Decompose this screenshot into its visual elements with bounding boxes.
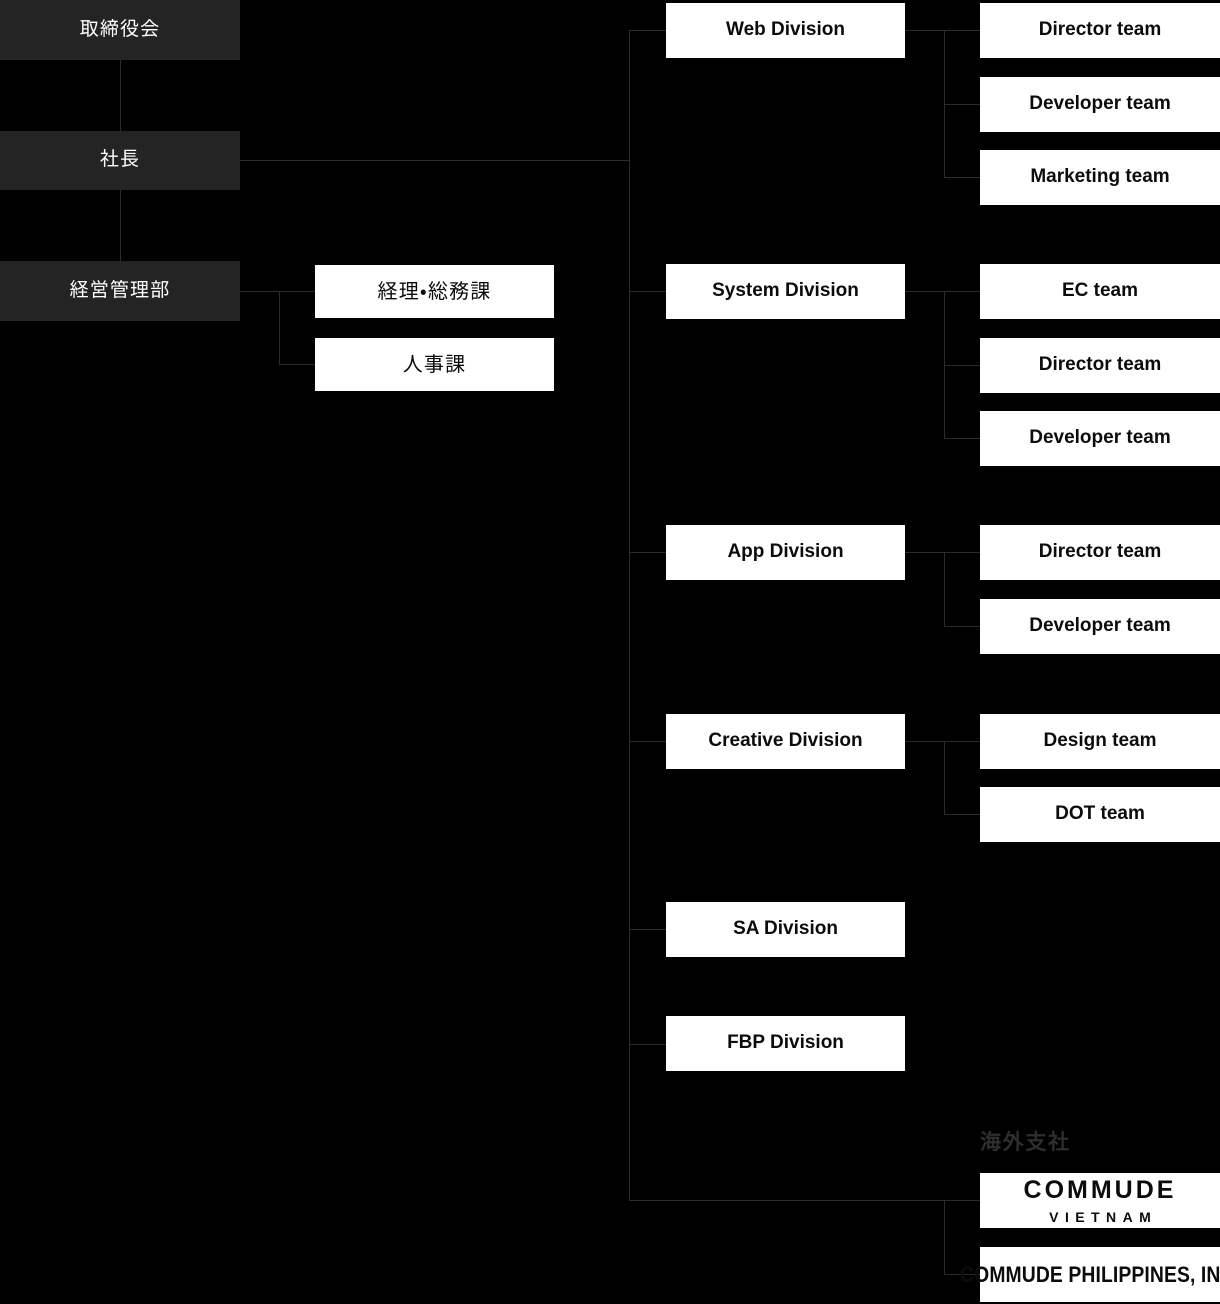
node-accounting-general-affairs-section[interactable]: 経理・総務課	[315, 265, 554, 318]
node-web-division-label: Web Division	[726, 19, 845, 41]
connector-app-teams-trunk	[944, 552, 945, 626]
node-fbp-division[interactable]: FBP Division	[666, 1016, 905, 1071]
connector-web-to-developer-team	[944, 104, 980, 105]
node-web-marketing-team-label: Marketing team	[1030, 166, 1170, 188]
node-system-division-label: System Division	[712, 280, 859, 302]
commude-vietnam-logo-main: COMMUDE	[1023, 1175, 1177, 1204]
connector-management-trunk	[279, 291, 280, 364]
node-web-division[interactable]: Web Division	[666, 3, 905, 58]
node-sa-division[interactable]: SA Division	[666, 902, 905, 957]
connector-web-division-stub	[905, 30, 945, 31]
connector-president-stub	[240, 160, 630, 161]
connector-trunk-to-fbp-division	[629, 1044, 667, 1045]
node-creative-dot-team[interactable]: DOT team	[980, 787, 1220, 842]
connector-trunk-to-app-division	[629, 552, 667, 553]
node-commude-philippines[interactable]: COMMUDE PHILIPPINES, INC.	[960, 1247, 1220, 1302]
overseas-branch-heading: 海外支社	[980, 1126, 1071, 1156]
connector-creative-to-design-team	[944, 741, 980, 742]
node-web-director-team[interactable]: Director team	[980, 3, 1220, 58]
node-management-department-label: 経営管理部	[69, 279, 171, 301]
node-creative-design-team[interactable]: Design team	[980, 714, 1220, 769]
connector-system-to-developer-team	[944, 438, 980, 439]
connector-divisions-trunk	[629, 30, 630, 1200]
node-management-department[interactable]: 経営管理部	[0, 261, 240, 321]
node-system-ec-team-label: EC team	[1061, 280, 1139, 302]
node-creative-design-team-label: Design team	[1043, 730, 1157, 752]
node-hr-label: 人事課	[402, 353, 467, 376]
node-web-director-team-label: Director team	[1038, 19, 1162, 41]
node-accounting-general-affairs-label: 経理・総務課	[377, 280, 492, 303]
connector-web-to-marketing-team	[944, 177, 980, 178]
commude-vietnam-logo-sub: VIETNAM	[1049, 1208, 1158, 1225]
commude-philippines-logo: COMMUDE PHILIPPINES, INC.	[960, 1261, 1220, 1287]
node-creative-division[interactable]: Creative Division	[666, 714, 905, 769]
node-creative-division-label: Creative Division	[708, 730, 863, 752]
node-president-label: 社長	[99, 149, 141, 171]
org-chart: 取締役会 社長 経営管理部 経理・総務課 人事課 Web Division Sy…	[0, 0, 1220, 1304]
node-system-developer-team-label: Developer team	[1029, 427, 1171, 449]
connector-system-division-stub	[905, 291, 945, 292]
node-app-division-label: App Division	[727, 541, 844, 563]
connector-web-to-director-team	[944, 30, 980, 31]
node-commude-vietnam[interactable]: COMMUDE VIETNAM	[980, 1173, 1220, 1228]
connector-overseas-to-vietnam	[944, 1200, 980, 1201]
connector-app-division-stub	[905, 552, 945, 553]
connector-trunk-to-overseas	[629, 1200, 945, 1201]
overseas-branch-heading-label: 海外支社	[980, 1131, 1071, 1154]
node-hr-section[interactable]: 人事課	[315, 338, 554, 391]
node-president[interactable]: 社長	[0, 131, 240, 190]
node-system-developer-team[interactable]: Developer team	[980, 411, 1220, 466]
node-board-of-directors[interactable]: 取締役会	[0, 0, 240, 60]
connector-creative-teams-trunk	[944, 741, 945, 814]
connector-trunk-to-sa-division	[629, 929, 667, 930]
connector-app-to-developer-team	[944, 626, 980, 627]
node-app-director-team-label: Director team	[1038, 541, 1162, 563]
node-system-ec-team[interactable]: EC team	[980, 264, 1220, 319]
connector-president-to-management	[120, 190, 121, 261]
connector-system-to-director-team	[944, 365, 980, 366]
connector-trunk-to-system-division	[629, 291, 667, 292]
connector-management-to-hr	[279, 364, 315, 365]
connector-management-stub	[240, 291, 280, 292]
node-fbp-division-label: FBP Division	[727, 1032, 844, 1054]
connector-overseas-trunk	[944, 1200, 945, 1274]
node-system-division[interactable]: System Division	[666, 264, 905, 319]
connector-trunk-to-web-division	[629, 30, 667, 31]
node-sa-division-label: SA Division	[733, 918, 838, 940]
node-web-developer-team[interactable]: Developer team	[980, 77, 1220, 132]
node-app-division[interactable]: App Division	[666, 525, 905, 580]
connector-system-to-ec-team	[944, 291, 980, 292]
node-app-director-team[interactable]: Director team	[980, 525, 1220, 580]
connector-creative-division-stub	[905, 741, 945, 742]
connector-app-to-director-team	[944, 552, 980, 553]
node-creative-dot-team-label: DOT team	[1055, 803, 1145, 825]
node-system-director-team-label: Director team	[1038, 354, 1162, 376]
node-app-developer-team-label: Developer team	[1029, 615, 1171, 637]
connector-management-to-accounting	[279, 291, 315, 292]
connector-trunk-to-creative-division	[629, 741, 667, 742]
connector-creative-to-dot-team	[944, 814, 980, 815]
node-web-marketing-team[interactable]: Marketing team	[980, 150, 1220, 205]
node-app-developer-team[interactable]: Developer team	[980, 599, 1220, 654]
node-system-director-team[interactable]: Director team	[980, 338, 1220, 393]
connector-board-to-president	[120, 60, 121, 131]
node-web-developer-team-label: Developer team	[1029, 93, 1171, 115]
node-board-of-directors-label: 取締役会	[79, 18, 161, 40]
